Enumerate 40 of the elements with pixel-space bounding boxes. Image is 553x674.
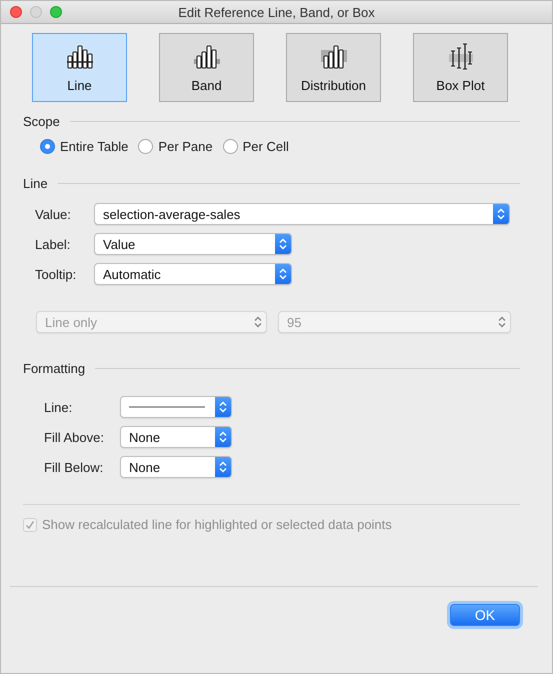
section-heading: Line bbox=[23, 176, 48, 191]
dropdown[interactable]: Value bbox=[94, 233, 292, 255]
radio-button[interactable] bbox=[40, 139, 55, 154]
dropdown[interactable]: None bbox=[120, 426, 232, 448]
checkbox-label: Show recalculated line for highlighted or selected data points bbox=[42, 517, 392, 532]
stepper-icon bbox=[279, 268, 287, 280]
field-label: Tooltip: bbox=[35, 266, 78, 282]
dropdown[interactable] bbox=[120, 396, 232, 418]
line-style-icon bbox=[129, 406, 205, 408]
zoom-button[interactable] bbox=[50, 6, 62, 18]
close-button[interactable] bbox=[10, 6, 22, 18]
section-heading: Scope bbox=[23, 114, 60, 129]
field-label: Line: bbox=[44, 400, 74, 414]
stepper-icon bbox=[219, 401, 227, 413]
field-label: Label: bbox=[35, 236, 72, 252]
stepper-icon bbox=[219, 461, 227, 473]
type-button[interactable]: Box Plot bbox=[413, 33, 508, 102]
stepper-icon bbox=[497, 208, 505, 220]
dropdown[interactable]: selection-average-sales bbox=[94, 203, 510, 225]
window-title: Edit Reference Line, Band, or Box bbox=[178, 4, 375, 20]
radio-button[interactable] bbox=[138, 139, 154, 154]
radio-label: Per Pane bbox=[158, 139, 213, 154]
box-plot-icon bbox=[446, 42, 474, 70]
stepper-icon bbox=[219, 431, 227, 443]
field-label: Value: bbox=[35, 206, 72, 222]
type-button[interactable]: Band bbox=[159, 33, 254, 102]
type-button[interactable]: Distribution bbox=[286, 33, 381, 102]
stepper-icon bbox=[279, 238, 287, 250]
dropdown[interactable]: Automatic bbox=[94, 263, 292, 285]
radio-label: Entire Table bbox=[60, 139, 128, 154]
radio-button[interactable] bbox=[222, 139, 238, 154]
stepper-icon bbox=[498, 316, 506, 328]
field-label: Fill Above: bbox=[44, 430, 105, 444]
stepper-icon bbox=[254, 316, 262, 328]
dropdown[interactable]: None bbox=[120, 456, 232, 478]
check-icon bbox=[25, 520, 35, 530]
type-button[interactable]: Line bbox=[32, 33, 127, 102]
field-label: Fill Below: bbox=[44, 460, 104, 474]
radio-label: Per Cell bbox=[242, 139, 289, 154]
section-heading: Formatting bbox=[23, 361, 86, 376]
